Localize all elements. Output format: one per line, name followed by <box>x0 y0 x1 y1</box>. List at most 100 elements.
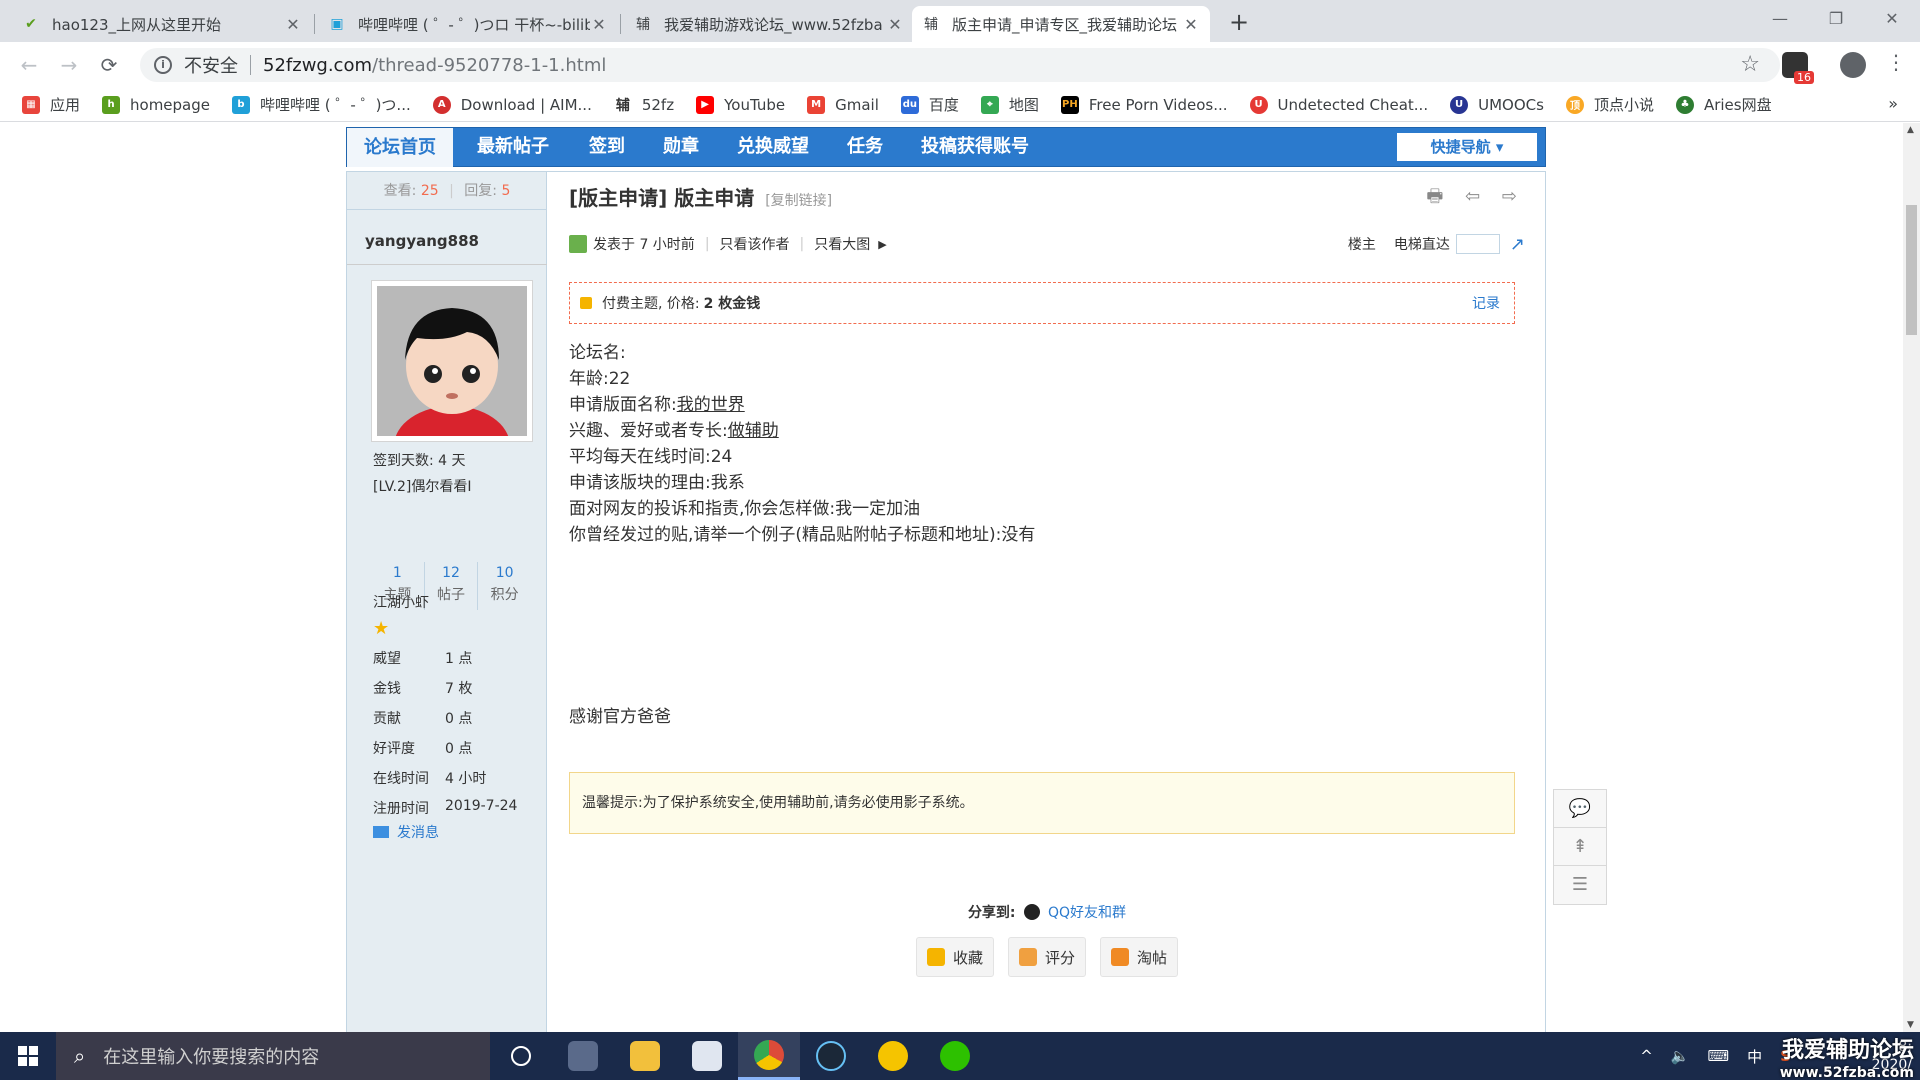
bookmark-label: 地图 <box>1008 96 1039 114</box>
nav-latest-posts[interactable]: 最新帖子 <box>465 128 561 167</box>
count-credits[interactable]: 10 积分 <box>478 562 531 610</box>
page-scrollbar[interactable]: ▲ ▼ <box>1903 123 1920 1032</box>
post-time: 发表于 7 小时前 <box>593 237 695 253</box>
taskbar-app-network[interactable] <box>676 1032 738 1080</box>
close-icon[interactable]: ✕ <box>1182 15 1200 34</box>
bookmark-novel[interactable]: 顶顶点小说 <box>1565 94 1654 115</box>
taskbar-app-steam[interactable] <box>800 1032 862 1080</box>
tab-active-thread[interactable]: 辅 版主申请_申请专区_我爱辅助论坛 ✕ <box>912 6 1210 42</box>
scrollbar-thumb[interactable] <box>1906 205 1917 335</box>
thread-title-text: [版主申请] 版主申请 <box>569 186 755 210</box>
maximize-button[interactable]: ❐ <box>1808 0 1864 38</box>
back-to-list-icon[interactable]: ☰ <box>1554 866 1606 904</box>
address-bar[interactable]: i 不安全 52fzwg.com /thread-9520778-1-1.htm… <box>140 48 1780 82</box>
bookmark-apps[interactable]: ▦ 应用 <box>22 94 80 115</box>
nav-submit-account[interactable]: 投稿获得账号 <box>909 128 1041 167</box>
bookmark-homepage[interactable]: h homepage <box>102 95 210 114</box>
tab-52fzba[interactable]: 辅 我爱辅助游戏论坛_www.52fzba ✕ <box>624 6 914 42</box>
extension-icon[interactable]: 16 <box>1782 52 1814 84</box>
back-button[interactable]: ← <box>14 50 44 80</box>
url-path[interactable]: /thread-9520778-1-1.html <box>372 55 606 76</box>
tab-hao123[interactable]: ✔ hao123_上网从这里开始 ✕ <box>12 6 312 42</box>
tab-title: hao123_上网从这里开始 <box>52 15 222 34</box>
print-prev-next-icons[interactable]: 🖶 ⇦ ⇨ <box>1426 184 1525 214</box>
volume-icon[interactable]: 🔈 <box>1671 1047 1690 1065</box>
bookmark-baidu[interactable]: du 百度 <box>900 94 959 115</box>
window-close-button[interactable]: ✕ <box>1864 0 1920 38</box>
thumbs-up-icon <box>1018 948 1037 966</box>
nav-forum-home[interactable]: 论坛首页 <box>347 128 453 167</box>
bookmark-52fz[interactable]: 辅 52fz <box>613 95 674 114</box>
go-arrow-icon[interactable]: ↗ <box>1510 234 1525 255</box>
nav-medals[interactable]: 勋章 <box>651 128 711 167</box>
nav-exchange-prestige[interactable]: 兑换威望 <box>725 128 821 167</box>
quick-nav-button[interactable]: 快捷导航 ▾ <box>1397 133 1537 161</box>
close-icon[interactable]: ✕ <box>284 15 302 34</box>
scroll-down-arrow[interactable]: ▼ <box>1907 1020 1914 1030</box>
author-name[interactable]: yangyang888 <box>365 232 479 250</box>
taskbar-app-chrome[interactable] <box>738 1032 800 1080</box>
page-viewport: 论坛首页 最新帖子 签到 勋章 兑换威望 任务 投稿获得账号 快捷导航 ▾ 查看… <box>0 123 1903 1032</box>
send-message-link[interactable]: 发消息 <box>373 822 439 842</box>
bookmark-ph[interactable]: PH Free Porn Videos... <box>1060 95 1228 114</box>
site-watermark: 我爱辅助论坛 www.52fzba.com <box>1779 1038 1914 1080</box>
keyboard-icon[interactable]: ⌨ <box>1708 1047 1730 1065</box>
rate-button[interactable]: 评分 <box>1007 937 1086 977</box>
bookmark-label: Download | AIM... <box>460 95 592 114</box>
nav-sign-in[interactable]: 签到 <box>577 128 637 167</box>
divider <box>347 264 547 265</box>
menu-kebab-icon[interactable]: ⋮ <box>1886 50 1906 74</box>
nav-tasks[interactable]: 任务 <box>835 128 895 167</box>
elevator-input[interactable] <box>1455 234 1500 254</box>
scroll-up-arrow[interactable]: ▲ <box>1907 125 1914 135</box>
52fz-icon: 辅 <box>924 17 938 33</box>
bookmark-bilibili[interactable]: b 哔哩哔哩 ( ゜- ゜)つ... <box>232 94 411 115</box>
close-icon[interactable]: ✕ <box>886 15 904 34</box>
quick-reply-icon[interactable]: 💬 <box>1554 790 1606 828</box>
bookmark-umoocs[interactable]: U UMOOCs <box>1450 95 1544 114</box>
forward-button[interactable]: → <box>54 50 84 80</box>
bookmark-aim[interactable]: A Download | AIM... <box>432 95 592 114</box>
new-tab-button[interactable]: + <box>1224 8 1254 38</box>
tray-overflow-icon[interactable]: ^ <box>1640 1047 1653 1065</box>
paid-record-link[interactable]: 记录 <box>1472 293 1500 313</box>
only-author-link[interactable]: 只看该作者 <box>720 234 790 254</box>
views-label: 查看: <box>383 183 417 199</box>
user-level[interactable]: [LV.2]偶尔看看I <box>373 476 471 496</box>
minimize-button[interactable]: — <box>1752 0 1808 38</box>
tab-bilibili[interactable]: ▣ 哔哩哔哩 ( ゜- ゜)つロ 干杯~-bilibili ✕ <box>318 6 618 42</box>
collect-button[interactable]: 淘帖 <box>1100 937 1179 977</box>
bookmarks-overflow-button[interactable]: » <box>1888 94 1898 113</box>
start-button[interactable] <box>0 1032 56 1080</box>
bookmark-youtube[interactable]: ▶ YouTube <box>696 95 785 114</box>
cortana-button[interactable] <box>490 1032 552 1080</box>
taskbar-app-task-view[interactable] <box>552 1032 614 1080</box>
star-icon[interactable]: ☆ <box>1740 52 1760 77</box>
back-to-top-icon[interactable]: ⇞ <box>1554 828 1606 866</box>
only-big-images-link[interactable]: 只看大图 <box>814 234 870 254</box>
close-icon[interactable]: ✕ <box>590 15 608 34</box>
taskbar-app-wechat[interactable] <box>924 1032 986 1080</box>
copy-link[interactable]: [复制链接] <box>765 193 832 209</box>
url-host[interactable]: 52fzwg.com <box>263 55 372 76</box>
reload-button[interactable]: ⟳ <box>94 50 124 80</box>
bookmark-gmail[interactable]: M Gmail <box>807 95 879 114</box>
taskbar-search[interactable]: ⌕ 在这里输入你要搜索的内容 <box>56 1032 490 1080</box>
profile-avatar-icon[interactable] <box>1840 52 1866 78</box>
favorite-button[interactable]: 收藏 <box>915 937 994 977</box>
ime-indicator[interactable]: 中 <box>1747 1046 1762 1067</box>
share-qq-link[interactable]: QQ好友和群 <box>1048 905 1126 921</box>
post-meta: 发表于 7 小时前 | 只看该作者 | 只看大图 ▶ 楼主 电梯直达 ↗ <box>569 232 1525 256</box>
taskbar-app-file-explorer[interactable] <box>614 1032 676 1080</box>
bookmark-maps[interactable]: ⌖ 地图 <box>980 94 1039 115</box>
bookmarks-bar: ▦ 应用 h homepage b 哔哩哔哩 ( ゜- ゜)つ... A Downloa… <box>0 88 1920 122</box>
count-posts[interactable]: 12 帖子 <box>425 562 479 610</box>
bookmark-aries[interactable]: ♣ Aries网盘 <box>1675 94 1772 115</box>
bookmark-cheat[interactable]: U Undetected Cheat... <box>1249 95 1428 114</box>
extension-badge: 16 <box>1794 71 1814 84</box>
info-icon[interactable]: i <box>154 56 172 74</box>
taskbar-app-music[interactable] <box>862 1032 924 1080</box>
qq-penguin-icon <box>1024 904 1040 920</box>
avatar[interactable] <box>371 280 533 442</box>
security-label[interactable]: 不安全 <box>184 52 238 78</box>
